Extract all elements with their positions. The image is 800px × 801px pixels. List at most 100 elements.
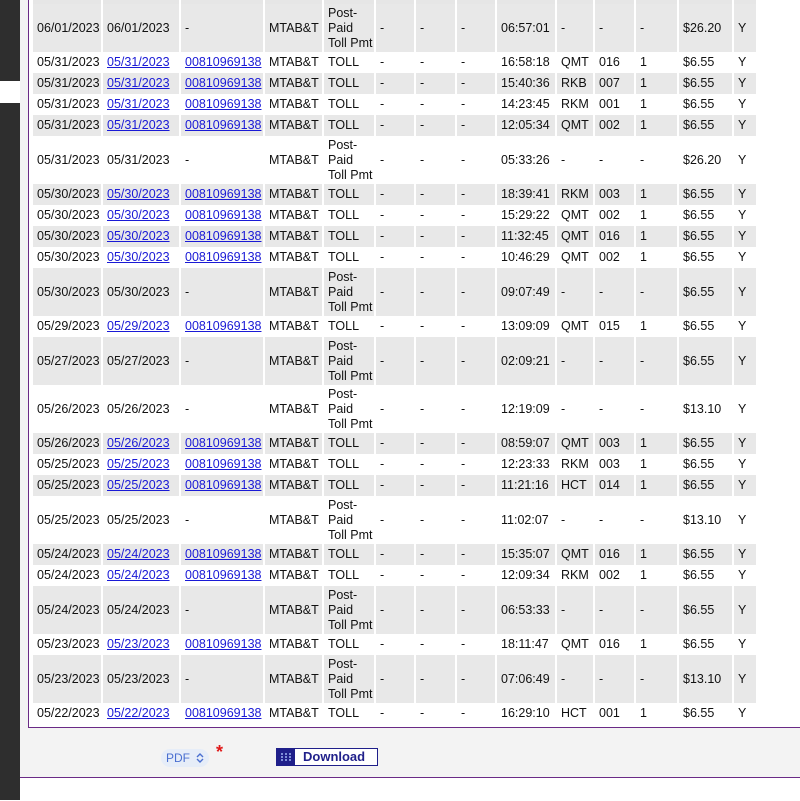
tag-link[interactable]: 00810969138 <box>185 547 261 561</box>
transaction-date-link[interactable]: 05/26/2023 <box>107 436 170 450</box>
tag-link[interactable]: 00810969138 <box>185 76 261 90</box>
table-row: 05/23/2023 05/23/2023- MTAB&T Post-Paid Tol… <box>33 655 756 703</box>
col6-cell: - <box>376 94 414 115</box>
time-cell: 15:29:22 <box>497 205 555 226</box>
tag-link[interactable]: 00810969138 <box>185 319 261 333</box>
plaza-cell: QMT <box>557 433 593 454</box>
flag-cell: Y <box>734 268 756 316</box>
time-text: 06:53:33 <box>501 602 550 617</box>
tag-plate-text: - <box>185 284 190 299</box>
col6-cell: - <box>376 115 414 136</box>
col6-text: - <box>380 20 385 35</box>
agency-cell: MTAB&T <box>265 337 322 385</box>
transaction-date-link[interactable]: 05/30/2023 <box>107 229 170 243</box>
lane-cell: 003 <box>595 433 634 454</box>
table-row: 05/24/2023 05/24/2023 00810969138 MTAB&T TOL… <box>33 544 756 565</box>
plaza-text: QMT <box>561 208 589 222</box>
posting-date-cell: 05/24/2023 <box>33 565 101 586</box>
lane-text: 002 <box>599 208 620 222</box>
transaction-date-link[interactable]: 05/31/2023 <box>107 118 170 132</box>
tag-plate-text: - <box>185 512 190 527</box>
tag-link[interactable]: 00810969138 <box>185 208 261 222</box>
lane-text: 016 <box>599 547 620 561</box>
col8-cell: - <box>457 115 495 136</box>
plaza-cell: QMT <box>557 316 593 337</box>
plaza-text: RKM <box>561 457 589 471</box>
transaction-date-link[interactable]: 05/29/2023 <box>107 319 170 333</box>
tag-link[interactable]: 00810969138 <box>185 478 261 492</box>
col8-text: - <box>461 671 466 686</box>
transactions-frame: 06/01/2023 06/01/2023 - MTAB&T Post-Paid Tol… <box>28 0 800 728</box>
col8-cell: - <box>457 565 495 586</box>
class-text: - <box>640 602 645 617</box>
transaction-date-link[interactable]: 05/24/2023 <box>107 568 170 582</box>
lane-text: 014 <box>599 478 620 492</box>
download-icon <box>277 749 295 765</box>
transaction-date-link[interactable]: 05/31/2023 <box>107 97 170 111</box>
transaction-date-link[interactable]: 05/25/2023 <box>107 478 170 492</box>
time-cell: 18:11:47 <box>497 634 555 655</box>
type-text: TOLL <box>328 97 360 111</box>
lane-cell: 002 <box>595 247 634 268</box>
flag-text: Y <box>738 55 747 69</box>
transaction-date-link[interactable]: 05/22/2023 <box>107 706 170 720</box>
tag-link[interactable]: 00810969138 <box>185 568 261 582</box>
amount-cell: $6.55 <box>679 544 732 565</box>
col6-text: - <box>380 319 385 333</box>
agency-text: MTAB&T <box>269 401 319 416</box>
plaza-cell: QMT <box>557 226 593 247</box>
type-cell: TOLL <box>324 184 374 205</box>
tag-link[interactable]: 00810969138 <box>185 250 261 264</box>
class-cell: 1 <box>636 94 677 115</box>
plaza-cell: RKB <box>557 73 593 94</box>
col7-cell: - <box>416 268 455 316</box>
tag-link[interactable]: 00810969138 <box>185 229 261 243</box>
transaction-date-link[interactable]: 05/31/2023 <box>107 76 170 90</box>
download-button[interactable]: Download <box>276 748 378 766</box>
amount-text: $13.10 <box>683 512 722 527</box>
col6-cell: - <box>376 73 414 94</box>
transaction-date-link[interactable]: 05/30/2023 <box>107 208 170 222</box>
lane-text: 016 <box>599 637 620 651</box>
col8-cell: - <box>457 226 495 247</box>
class-cell: - <box>636 136 677 184</box>
tag-link[interactable]: 00810969138 <box>185 97 261 111</box>
agency-cell: MTAB&T <box>265 475 322 496</box>
col8-text: - <box>461 152 466 167</box>
tag-link[interactable]: 00810969138 <box>185 436 261 450</box>
flag-text: Y <box>738 436 747 450</box>
flag-cell: Y <box>734 73 756 94</box>
amount-cell: $6.55 <box>679 184 732 205</box>
tag-link[interactable]: 00810969138 <box>185 55 261 69</box>
transaction-date-link[interactable]: 05/31/2023 <box>107 55 170 69</box>
table-row: 05/23/2023 05/23/2023 00810969138 MTAB&T TOL… <box>33 634 756 655</box>
transaction-date-text: 06/01/2023 <box>107 20 170 35</box>
table-row: 05/24/2023 05/24/2023- MTAB&T Post-Paid Tol… <box>33 586 756 634</box>
col7-cell: - <box>416 247 455 268</box>
transaction-date-link[interactable]: 05/23/2023 <box>107 637 170 651</box>
lane-cell: 001 <box>595 703 634 724</box>
tag-link[interactable]: 00810969138 <box>185 706 261 720</box>
side-tab[interactable] <box>0 81 20 103</box>
tag-link[interactable]: 00810969138 <box>185 187 261 201</box>
amount-cell: $6.55 <box>679 454 732 475</box>
transaction-date-link[interactable]: 05/25/2023 <box>107 457 170 471</box>
agency-cell: MTAB&T <box>265 205 322 226</box>
tag-plate-text: - <box>185 671 190 686</box>
col8-text: - <box>461 97 466 111</box>
transaction-date-link[interactable]: 05/24/2023 <box>107 547 170 561</box>
tag-link[interactable]: 00810969138 <box>185 118 261 132</box>
agency-cell: MTAB&T <box>265 136 322 184</box>
amount-cell: $6.55 <box>679 226 732 247</box>
posting-date-cell: 05/29/2023 <box>33 316 101 337</box>
tag-link[interactable]: 00810969138 <box>185 637 261 651</box>
time-text: 10:46:29 <box>501 250 550 264</box>
agency-cell: MTAB&T <box>265 703 322 724</box>
transaction-date-link[interactable]: 05/30/2023 <box>107 250 170 264</box>
transaction-date-cell: 05/24/2023 <box>103 586 179 634</box>
transaction-date-link[interactable]: 05/30/2023 <box>107 187 170 201</box>
posting-date-text: 05/29/2023 <box>37 319 100 333</box>
posting-date-cell: 05/26/2023 <box>33 385 101 433</box>
tag-link[interactable]: 00810969138 <box>185 457 261 471</box>
format-select[interactable]: PDF <box>161 749 209 767</box>
